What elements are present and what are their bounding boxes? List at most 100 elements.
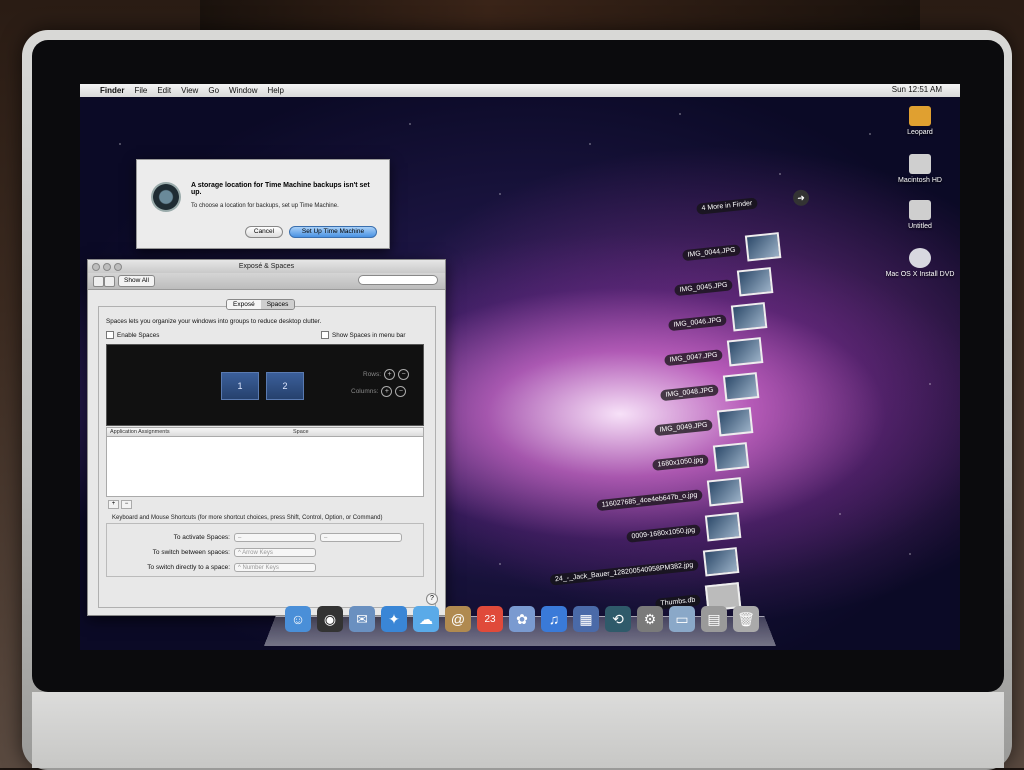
show-all-button[interactable]: Show All <box>118 275 155 287</box>
rows-add-button[interactable]: + <box>384 369 396 380</box>
stack-file-thumbnail <box>726 337 764 367</box>
hard-drive-icon <box>909 200 931 220</box>
rows-remove-button[interactable]: − <box>398 369 410 380</box>
menu-bar: Finder File Edit View Go Window Help Sun… <box>80 84 960 97</box>
desktop-icon[interactable]: Leopard <box>880 106 960 136</box>
menu-edit[interactable]: Edit <box>157 86 171 95</box>
stack-file-label: 116027685_4ce4eb647b_o.jpg <box>596 488 703 511</box>
switch-spaces-popup[interactable]: ^ Arrow Keys <box>234 548 316 557</box>
shortcut-label: To activate Spaces: <box>173 534 230 541</box>
tab-bar: Exposé Spaces <box>226 299 296 310</box>
application-assignments-table[interactable]: Application Assignments Space <box>106 427 424 497</box>
safari-icon[interactable]: ✦ <box>381 606 407 632</box>
stack-file-label: IMG_0044.JPG <box>681 243 741 261</box>
forward-arrow-icon[interactable] <box>104 276 115 287</box>
help-button[interactable]: ? <box>426 593 438 605</box>
remove-assignment-button[interactable]: − <box>121 500 132 509</box>
stack-file-thumbnail <box>706 477 744 507</box>
stack-file-thumbnail <box>722 372 760 402</box>
stack-file-label: IMG_0046.JPG <box>667 313 727 331</box>
set-up-time-machine-button[interactable]: Set Up Time Machine <box>289 226 377 238</box>
preview-icon[interactable]: ✿ <box>509 606 535 632</box>
stack-file-label: 0009-1680x1050.jpg <box>626 523 701 543</box>
space-tile-2[interactable]: 2 <box>266 372 304 400</box>
rows-control: Rows: + − <box>363 369 410 380</box>
window-controls <box>92 263 122 271</box>
documents-stack-icon[interactable]: ▤ <box>701 606 727 632</box>
stack-file-thumbnail <box>712 442 750 472</box>
spaces-icon[interactable]: ▦ <box>573 606 599 632</box>
space-tile-1[interactable]: 1 <box>221 372 259 400</box>
tab-spaces[interactable]: Spaces <box>260 300 295 309</box>
spaces-board: 1 2 Rows: + − Columns: + − <box>106 344 424 426</box>
system-preferences-icon[interactable]: ⚙ <box>637 606 663 632</box>
desktop-screen: Finder File Edit View Go Window Help Sun… <box>80 84 960 650</box>
add-assignment-button[interactable]: + <box>108 500 119 509</box>
checkbox-box[interactable] <box>321 331 329 339</box>
close-button[interactable] <box>92 263 100 271</box>
menu-view[interactable]: View <box>181 86 198 95</box>
menu-file[interactable]: File <box>134 86 147 95</box>
minimize-button[interactable] <box>103 263 111 271</box>
activate-spaces-mouse-popup[interactable]: – <box>320 533 402 542</box>
dvd-icon <box>909 248 931 268</box>
alert-title: A storage location for Time Machine back… <box>191 182 370 196</box>
stack-file-thumbnail <box>730 302 768 332</box>
columns-add-button[interactable]: + <box>381 386 393 397</box>
dashboard-icon[interactable]: ◉ <box>317 606 343 632</box>
finder-icon[interactable]: ☺ <box>285 606 311 632</box>
column-header-space[interactable]: Space <box>293 428 309 436</box>
menu-finder[interactable]: Finder <box>100 86 124 95</box>
enable-spaces-checkbox[interactable]: Enable Spaces <box>106 331 159 339</box>
zoom-button[interactable] <box>114 263 122 271</box>
spaces-description: Spaces lets you organize your windows in… <box>106 318 322 325</box>
desktop-icon[interactable]: Mac OS X Install DVD <box>880 248 960 278</box>
show-spaces-menubar-checkbox[interactable]: Show Spaces in menu bar <box>321 331 406 339</box>
column-header-applications[interactable]: Application Assignments <box>110 428 170 436</box>
address-book-icon[interactable]: @ <box>445 606 471 632</box>
activate-spaces-popup[interactable]: – <box>234 533 316 542</box>
expose-spaces-window: Exposé & Spaces Show All Exposé Spaces S… <box>87 259 446 616</box>
shortcut-label: To switch between spaces: <box>152 549 230 556</box>
usb-drive-icon <box>909 106 931 126</box>
tab-expose[interactable]: Exposé <box>227 300 261 309</box>
stack-file-label: IMG_0045.JPG <box>673 278 733 296</box>
desktop-icon[interactable]: Macintosh HD <box>880 154 960 184</box>
columns-control: Columns: + − <box>351 386 407 397</box>
time-machine-icon[interactable]: ⟲ <box>605 606 631 632</box>
stack-file-thumbnail <box>744 232 782 262</box>
shortcuts-title: Keyboard and Mouse Shortcuts (for more s… <box>112 515 383 521</box>
stack-file-thumbnail <box>716 407 754 437</box>
menu-clock[interactable]: Sun 12:51 AM <box>892 85 942 94</box>
desktop-icon[interactable]: Untitled <box>880 200 960 230</box>
time-machine-icon <box>151 182 181 212</box>
time-machine-alert: A storage location for Time Machine back… <box>136 159 390 249</box>
ical-icon[interactable]: 23 <box>477 606 503 632</box>
back-arrow-icon[interactable] <box>93 276 104 287</box>
dock: ☺ ◉ ✉ ✦ ☁ @23 ✿ ♫ ▦ ⟲ ⚙ ▭ ▤ 🗑 <box>285 606 759 632</box>
open-in-finder-icon[interactable]: ➜ <box>792 189 810 207</box>
menu-help[interactable]: Help <box>267 86 283 95</box>
ichat-icon[interactable]: ☁ <box>413 606 439 632</box>
trash-icon[interactable]: 🗑 <box>733 606 759 632</box>
itunes-icon[interactable]: ♫ <box>541 606 567 632</box>
alert-message: To choose a location for backups, set up… <box>191 203 339 209</box>
desktop-icon-label: Macintosh HD <box>898 177 942 184</box>
window-titlebar: Exposé & Spaces <box>88 260 445 273</box>
cancel-button[interactable]: Cancel <box>245 226 283 238</box>
stack-file-thumbnail <box>704 512 742 542</box>
window-title: Exposé & Spaces <box>238 263 295 270</box>
search-input[interactable] <box>358 275 438 285</box>
applications-folder-icon[interactable]: ▭ <box>669 606 695 632</box>
checkbox-box[interactable] <box>106 331 114 339</box>
switch-direct-popup[interactable]: ^ Number Keys <box>234 563 316 572</box>
shortcut-label: To switch directly to a space: <box>147 564 230 571</box>
show-spaces-label: Show Spaces in menu bar <box>332 331 406 339</box>
menu-go[interactable]: Go <box>208 86 219 95</box>
rows-label: Rows: <box>363 371 382 378</box>
columns-remove-button[interactable]: − <box>395 386 407 397</box>
stack-file-label: IMG_0048.JPG <box>659 383 719 401</box>
mail-icon[interactable]: ✉ <box>349 606 375 632</box>
menu-window[interactable]: Window <box>229 86 257 95</box>
imac-chin <box>32 692 1004 768</box>
